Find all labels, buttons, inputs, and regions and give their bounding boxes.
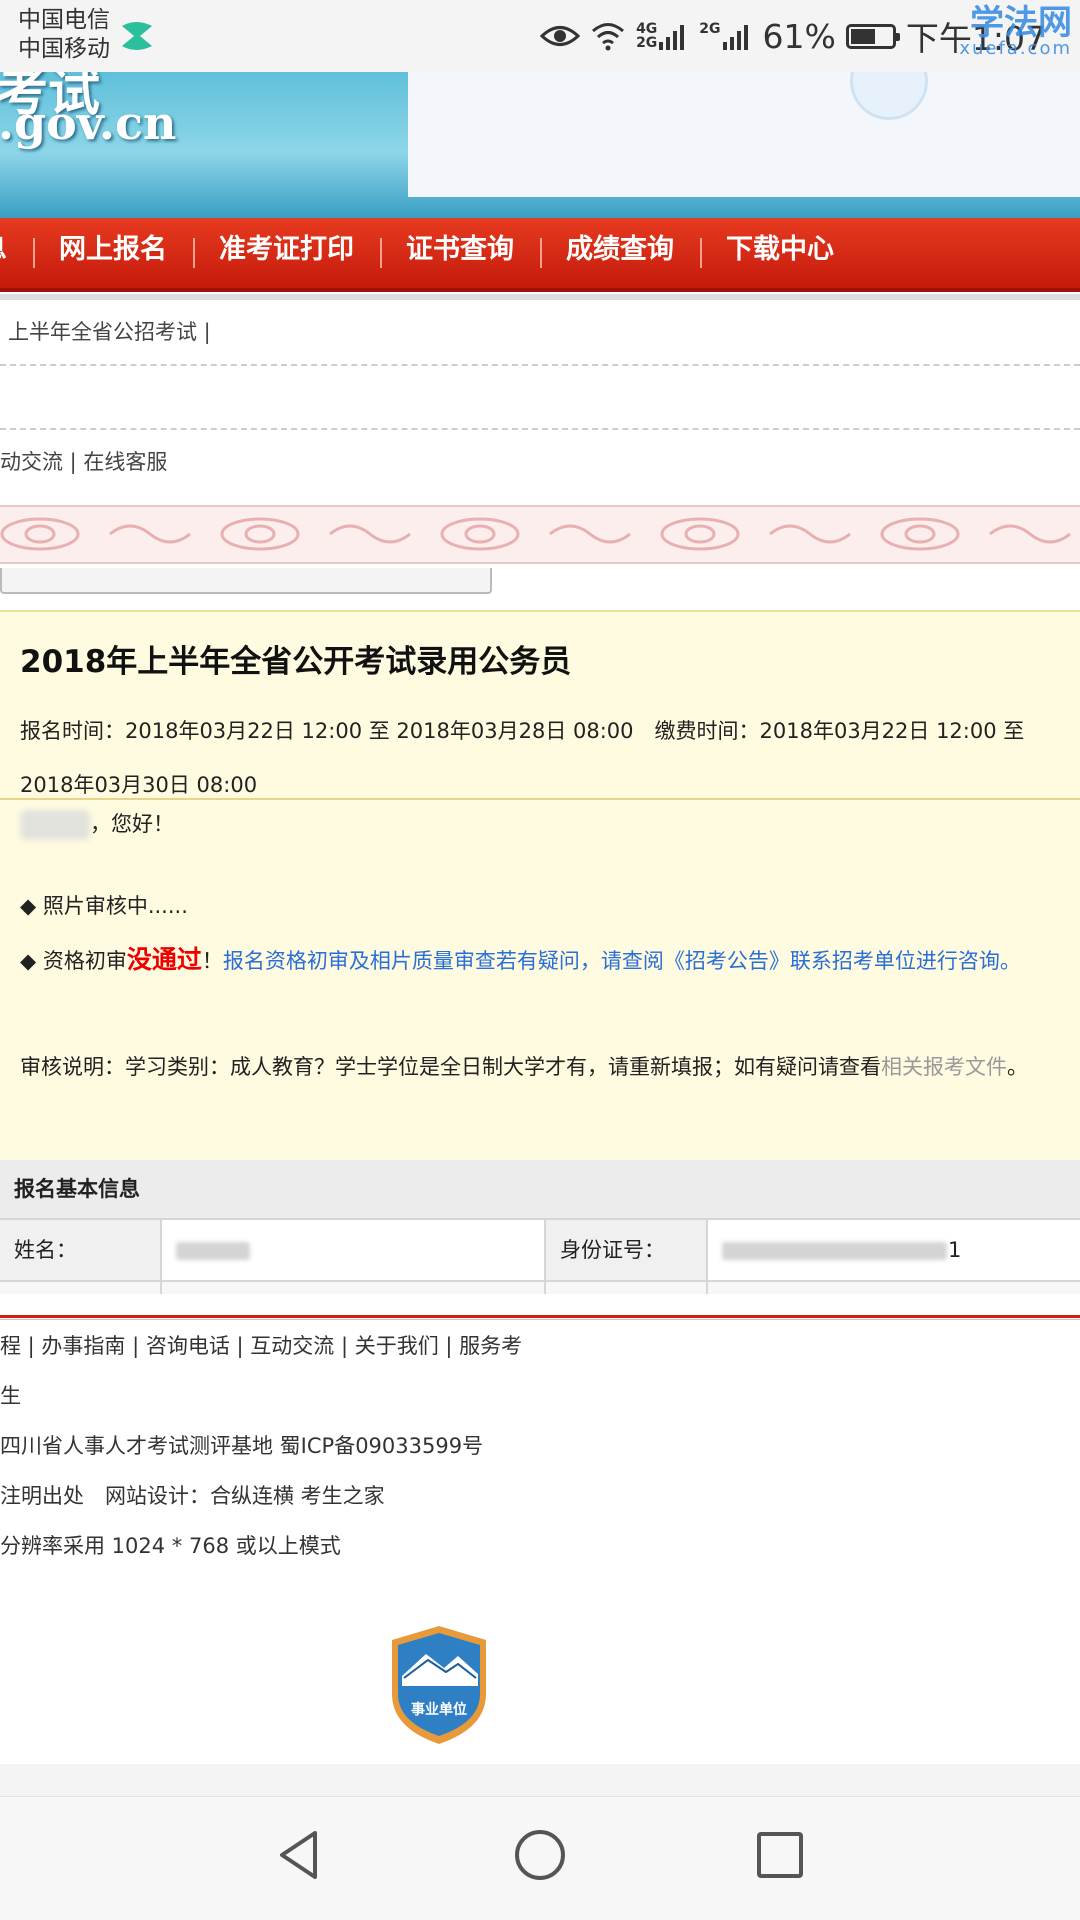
related-docs-link[interactable]: 相关报考文件 (881, 1055, 1007, 1079)
tab-strip (0, 568, 492, 594)
qual-prefix: ◆ 资格初审 (20, 949, 127, 973)
nav-item-score-query[interactable]: 成绩查询 (540, 218, 700, 288)
system-navigation-bar (0, 1797, 1080, 1920)
exam-schedule: 报名时间：2018年03月22日 12:00 至 2018年03月28日 08:… (20, 719, 1025, 797)
banner-panel (408, 72, 1080, 197)
carrier-1: 中国电信 (18, 7, 110, 33)
nav-item-info[interactable]: 息 (0, 218, 33, 288)
exam-info-panel: 2018年上半年全省公开考试录用公务员 报名时间：2018年03月22日 12:… (0, 610, 1080, 1165)
name-value (162, 1220, 544, 1280)
greeting-text: ，您好！ (90, 812, 174, 836)
carrier-2: 中国移动 (18, 36, 110, 62)
recents-icon[interactable] (750, 1825, 810, 1885)
nav-item-certificate-query[interactable]: 证书查询 (380, 218, 540, 288)
footer-resolution: 分辨率采用 1024 * 768 或以上模式 (0, 1534, 341, 1558)
eye-icon (540, 26, 581, 46)
id-label: 身份证号： (546, 1220, 706, 1280)
table-divider (706, 1220, 708, 1294)
review-text: 审核说明：学习类别：成人教育？学士学位是全日制大学才有，请重新填报；如有疑问请查… (20, 1055, 881, 1079)
network-type-3: 2G (699, 21, 721, 37)
watermark-sub: xuefa.com (959, 38, 1072, 59)
review-note: 审核说明：学习类别：成人教育？学士学位是全日制大学才有，请重新填报；如有疑问请查… (20, 1050, 1050, 1085)
consult-link[interactable]: 报名资格初审及相片质量审查若有疑问，请查阅《招考公告》联系招考单位进行咨询。 (223, 949, 1021, 973)
id-value: 1 (708, 1220, 1080, 1280)
footer-divider (0, 1315, 1080, 1318)
redacted-name (20, 810, 90, 840)
redacted-value (722, 1242, 947, 1260)
table-row: 姓名： 身份证号： 1 (0, 1220, 1080, 1282)
footer-divider (0, 1319, 1080, 1320)
page-bottom (0, 1764, 1080, 1797)
fail-badge: 没通过 (126, 945, 202, 974)
home-icon[interactable] (510, 1825, 570, 1885)
notice-link[interactable]: 上半年全省公招考试 | (8, 316, 211, 346)
dashed-divider (0, 428, 1080, 430)
quick-links[interactable]: 动交流 | 在线客服 (0, 446, 167, 476)
main-nav: 息 网上报名 准考证打印 证书查询 成绩查询 下载中心 (0, 218, 1080, 292)
table-row (0, 1282, 1080, 1294)
qualification-status: ◆ 资格初审没通过！报名资格初审及相片质量审查若有疑问，请查阅《招考公告》联系招… (20, 942, 1040, 979)
table-divider (160, 1220, 162, 1294)
status-bar: 中国电信 中国移动 4G 2G 2G 61% 下午1:07 学法网 xuefa.… (0, 0, 1080, 72)
divider (0, 294, 1080, 300)
carrier-logo-icon (122, 22, 152, 50)
seal-text: 事业单位 (411, 1701, 467, 1718)
name-label: 姓名： (0, 1220, 160, 1280)
battery-percent: 61% (762, 16, 836, 56)
carrier-info: 中国电信 中国移动 (18, 6, 110, 64)
footer-credit: 注明出处 网站设计：合纵连横 考生之家 (0, 1484, 385, 1508)
network-type-2: 2G (636, 35, 658, 51)
battery-icon (845, 23, 900, 49)
footer-line-2: 生 (0, 1384, 21, 1408)
back-icon[interactable] (270, 1825, 330, 1885)
qual-bang: ！ (201, 949, 223, 973)
review-end: 。 (1007, 1055, 1028, 1079)
exam-title: 2018年上半年全省公开考试录用公务员 (20, 644, 572, 680)
network-type-1: 4G (636, 21, 658, 37)
footer-links[interactable]: 程 | 办事指南 | 咨询电话 | 互动交流 | 关于我们 | 服务考 (0, 1330, 522, 1360)
dashed-divider (0, 364, 1080, 366)
divider (0, 798, 1080, 800)
banner-domain: .gov.cn (0, 96, 177, 150)
nav-item-admission-ticket[interactable]: 准考证打印 (193, 218, 380, 288)
id-tail: 1 (948, 1238, 962, 1262)
redacted-value (176, 1242, 250, 1260)
signal-2-icon: 2G (699, 22, 752, 50)
site-banner: 考试 .gov.cn (0, 72, 1080, 218)
footer-icp: 四川省人事人才考试测评基地 蜀ICP备09033599号 (0, 1434, 484, 1458)
nav-item-online-registration[interactable]: 网上报名 (33, 218, 193, 288)
table-divider (544, 1220, 546, 1294)
wifi-icon (592, 23, 625, 51)
table-header: 报名基本信息 (0, 1160, 1080, 1220)
public-institution-seal-icon[interactable]: 事业单位 (386, 1624, 492, 1746)
photo-status: ◆ 照片审核中...... (20, 894, 188, 918)
watermark-main: 学法网 (970, 3, 1072, 43)
decorative-border (0, 505, 1080, 564)
signal-icon: 4G 2G (636, 22, 689, 50)
watermark-logo: 学法网 xuefa.com (959, 6, 1072, 58)
nav-item-download-center[interactable]: 下载中心 (700, 218, 860, 288)
greeting: ，您好！ (20, 804, 174, 844)
